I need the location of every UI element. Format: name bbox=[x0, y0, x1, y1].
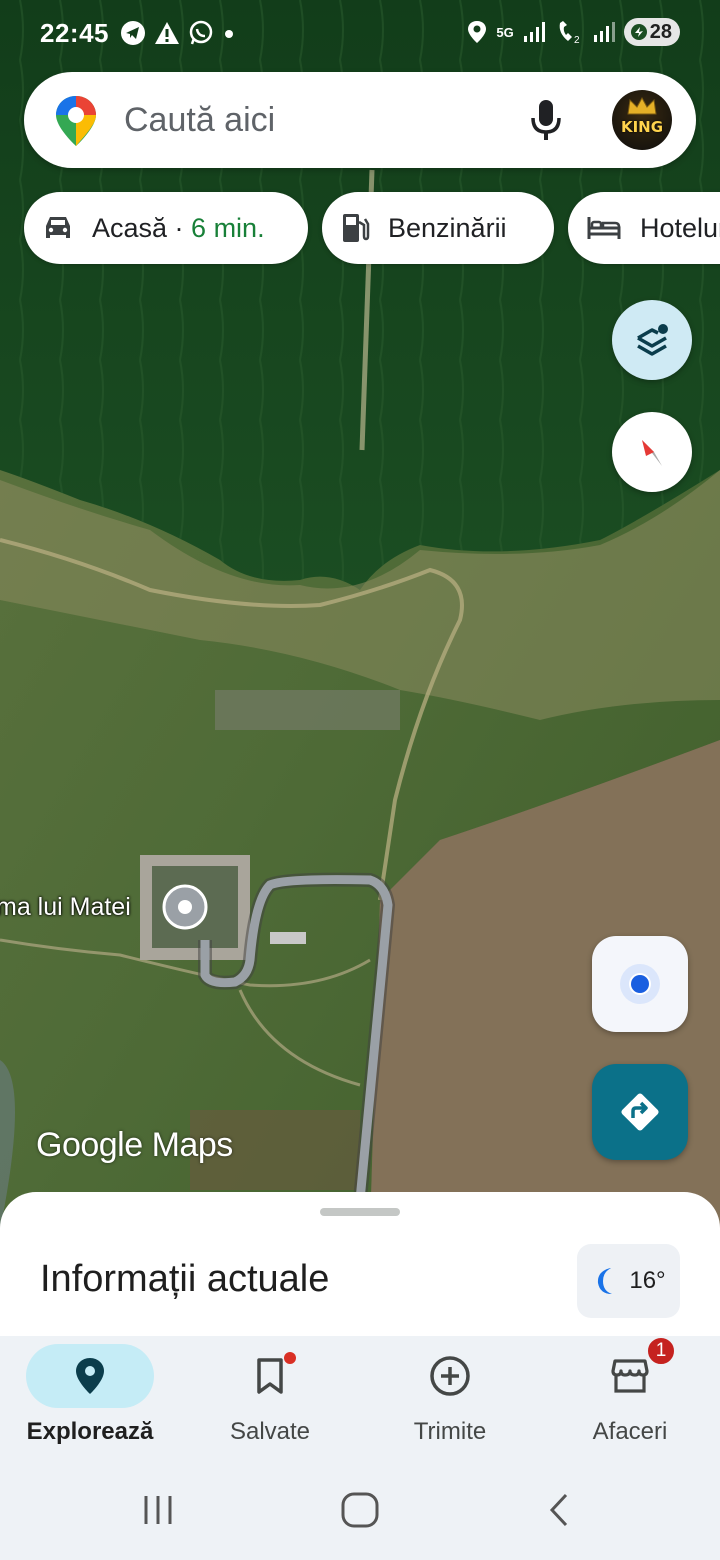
network-type: 5G bbox=[496, 24, 514, 40]
telegram-icon bbox=[121, 21, 145, 45]
bookmark-icon bbox=[257, 1358, 283, 1394]
status-bar: 22:45 5G 2 28 bbox=[0, 0, 720, 68]
nav-business-label: Afaceri bbox=[592, 1418, 668, 1445]
storefront-icon bbox=[611, 1359, 649, 1393]
my-location-button[interactable] bbox=[592, 936, 688, 1032]
directions-button[interactable] bbox=[592, 1064, 688, 1160]
chip-gas-stations-label: Benzinării bbox=[388, 212, 507, 243]
nav-contribute-label: Trimite bbox=[413, 1418, 487, 1445]
nav-business[interactable]: 1 Afaceri bbox=[540, 1336, 720, 1460]
satellite-map[interactable]: 22:45 5G 2 28 Caută aici KING Acasă · 6 … bbox=[0, 0, 720, 1230]
quick-chips: Acasă · 6 min. Benzinării Hoteluri bbox=[24, 192, 720, 264]
system-icons: 5G 2 28 bbox=[466, 18, 680, 46]
car-icon bbox=[46, 217, 70, 238]
nav-saved-pill bbox=[206, 1344, 334, 1408]
location-pin-icon bbox=[76, 1358, 104, 1394]
google-maps-attribution: Google Maps bbox=[36, 1126, 233, 1164]
notification-icons bbox=[120, 20, 236, 46]
chip-home-text: Acasă · bbox=[92, 212, 192, 243]
recent-apps-icon[interactable] bbox=[140, 1490, 176, 1530]
bottom-navigation: Explorează Salvate Trimite 1 Afaceri bbox=[0, 1336, 720, 1460]
place-label[interactable]: ma lui Matei bbox=[0, 893, 131, 922]
search-placeholder[interactable]: Caută aici bbox=[124, 101, 275, 140]
microphone-icon[interactable] bbox=[526, 98, 566, 142]
bed-icon bbox=[587, 217, 621, 239]
battery-level: 28 bbox=[649, 20, 672, 43]
battery-saver-icon bbox=[630, 24, 647, 40]
gas-station-icon bbox=[343, 214, 370, 242]
account-avatar[interactable]: KING bbox=[612, 90, 672, 150]
system-navigation-bar bbox=[0, 1460, 720, 1560]
saved-notification-dot bbox=[284, 1352, 296, 1364]
temperature: 16° bbox=[629, 1267, 666, 1294]
chip-gas-stations[interactable]: Benzinării bbox=[322, 192, 554, 264]
nav-saved[interactable]: Salvate bbox=[180, 1336, 360, 1460]
place-marker-icon[interactable] bbox=[162, 884, 208, 930]
layers-button[interactable] bbox=[612, 300, 692, 380]
avatar-text: KING bbox=[620, 118, 664, 136]
signal-2-icon bbox=[593, 22, 615, 42]
search-bar[interactable]: Caută aici KING bbox=[24, 72, 696, 168]
chip-home[interactable]: Acasă · 6 min. bbox=[24, 192, 308, 264]
back-icon[interactable] bbox=[544, 1490, 574, 1530]
google-maps-pin-icon bbox=[56, 96, 96, 146]
nav-explore-label: Explorează bbox=[26, 1418, 154, 1445]
nav-saved-label: Salvate bbox=[229, 1418, 311, 1445]
signal-icon bbox=[523, 22, 545, 42]
nav-contribute-pill bbox=[386, 1344, 514, 1408]
chip-hotels-label: Hoteluri bbox=[640, 212, 720, 243]
chip-home-eta: 6 min. bbox=[191, 212, 265, 243]
weather-chip[interactable]: 16° bbox=[577, 1244, 680, 1318]
map-imagery bbox=[0, 0, 720, 1230]
location-icon bbox=[468, 21, 487, 43]
business-badge: 1 bbox=[646, 1336, 676, 1366]
chip-hotels[interactable]: Hoteluri bbox=[568, 192, 720, 264]
nav-business-pill: 1 bbox=[566, 1336, 694, 1408]
sheet-drag-handle[interactable] bbox=[320, 1208, 400, 1216]
compass-icon bbox=[642, 440, 662, 466]
add-circle-icon bbox=[430, 1356, 470, 1396]
nav-explore[interactable]: Explorează bbox=[0, 1336, 180, 1460]
whatsapp-icon bbox=[189, 20, 213, 45]
info-bottom-sheet[interactable]: Informații actuale 16° bbox=[0, 1192, 720, 1342]
compass-button[interactable] bbox=[612, 412, 692, 492]
sheet-title: Informații actuale bbox=[40, 1258, 330, 1300]
svg-text:2: 2 bbox=[574, 35, 580, 45]
wifi-calling-icon: 2 bbox=[559, 21, 580, 45]
chip-home-label: Acasă · 6 min. bbox=[92, 213, 265, 244]
moon-icon bbox=[598, 1268, 613, 1294]
layers-icon bbox=[637, 324, 668, 356]
home-icon[interactable] bbox=[338, 1490, 382, 1530]
crown-icon bbox=[627, 96, 657, 115]
my-location-icon bbox=[620, 964, 660, 1004]
battery-indicator: 28 bbox=[623, 18, 680, 46]
directions-icon bbox=[621, 1093, 659, 1131]
more-dot-icon bbox=[225, 30, 233, 38]
nav-contribute[interactable]: Trimite bbox=[360, 1336, 540, 1460]
status-time: 22:45 bbox=[40, 18, 109, 48]
warning-icon bbox=[155, 22, 179, 44]
nav-explore-pill bbox=[26, 1344, 154, 1408]
